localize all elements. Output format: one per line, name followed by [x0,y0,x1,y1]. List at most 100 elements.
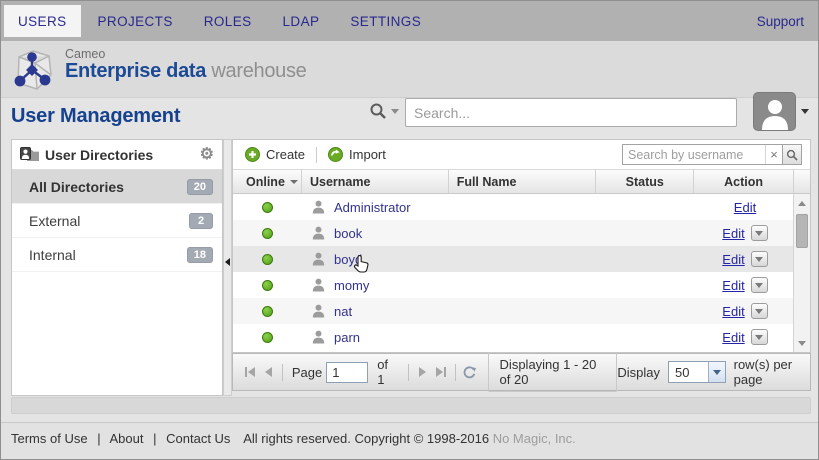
username-link[interactable]: Administrator [334,200,411,215]
create-button[interactable]: Create [237,147,313,162]
edit-menu-button[interactable] [751,225,768,241]
username-link[interactable]: parn [334,330,360,345]
nav-tab-users[interactable]: USERS [4,5,81,37]
edit-link[interactable]: Edit [722,226,744,241]
action-cell: Edit [695,194,795,220]
online-cell [233,220,302,246]
edit-menu-button[interactable] [751,329,768,345]
fullname-cell [449,298,597,324]
user-avatar[interactable] [753,92,796,131]
user-icon [312,252,325,266]
submit-search-button[interactable] [782,145,801,164]
table-row-book[interactable]: book Edit [233,220,810,246]
last-page-button[interactable] [432,361,450,383]
cameo-logo-icon [9,47,57,93]
chevron-down-icon [755,309,763,314]
users-panel: Create Import × [232,139,811,353]
header-band: Cameo Enterprise data warehouse [1,41,818,98]
nav-tab-settings[interactable]: SETTINGS [336,5,435,37]
table-header-row: Online Username Full Name Status Action [233,170,810,194]
username-cell: book [302,220,449,246]
nav-tab-projects[interactable]: PROJECTS [84,5,187,37]
user-icon [312,200,325,214]
edit-menu-button[interactable] [751,251,768,267]
online-indicator [262,332,273,343]
next-page-button[interactable] [414,361,432,383]
table-row-parn[interactable]: parn Edit [233,324,810,350]
table-row-nat[interactable]: nat Edit [233,298,810,324]
table-row-administrator[interactable]: Administrator Edit [233,194,810,220]
username-search-input[interactable] [623,145,765,164]
page-size-controls: Display 50 row(s) per page [617,357,802,387]
display-label: Display [617,365,660,380]
page-title: User Management [11,105,180,128]
search-icon[interactable] [369,102,387,120]
count-badge: 18 [187,247,213,263]
avatar-menu-caret-icon[interactable] [801,109,809,114]
column-header-action[interactable]: Action [694,170,794,193]
username-link[interactable]: nat [334,304,352,319]
action-cell: Edit [695,220,795,246]
magnifier-icon [786,149,798,161]
sidebar-item-external[interactable]: External 2 [12,204,222,238]
scroll-up-icon[interactable] [794,195,810,211]
nav-tab-ldap[interactable]: LDAP [269,5,334,37]
search-scope-caret-icon[interactable] [391,109,399,114]
column-header-username[interactable]: Username [302,170,449,193]
sidebar-item-internal[interactable]: Internal 18 [12,238,222,272]
page-number-input[interactable] [326,362,368,383]
gear-icon[interactable]: ⚙ [200,147,214,163]
collapse-panel-icon[interactable] [225,258,230,266]
per-page-label: row(s) per page [734,357,802,387]
support-link[interactable]: Support [757,14,804,29]
page-size-select[interactable]: 50 [668,361,726,383]
username-link[interactable]: momy [334,278,369,293]
online-indicator [262,280,273,291]
edit-menu-button[interactable] [751,303,768,319]
refresh-icon[interactable] [461,361,479,383]
avatar-silhouette-icon [758,96,792,130]
table-row-boyd[interactable]: boyd Edit [233,246,810,272]
first-page-button[interactable] [241,361,259,383]
edit-link[interactable]: Edit [722,304,744,319]
scrollbar-thumb[interactable] [796,214,808,248]
column-header-fullname[interactable]: Full Name [449,170,597,193]
user-icon [312,278,325,292]
displaying-status: Displaying 1 - 20 of 20 [488,352,618,392]
fullname-cell [449,246,597,272]
sidebar-item-label: External [29,213,80,229]
edit-menu-button[interactable] [751,277,768,293]
import-button[interactable]: Import [320,147,394,162]
prev-page-button[interactable] [259,361,277,383]
edit-link[interactable]: Edit [722,252,744,267]
username-link[interactable]: boyd [334,252,362,267]
username-link[interactable]: book [334,226,362,241]
online-cell [233,194,302,220]
copyright-text: All rights reserved. Copyright © 1998-20… [1,431,818,446]
chevron-down-icon [755,257,763,262]
panel-splitter[interactable] [223,139,232,396]
table-row-momy[interactable]: momy Edit [233,272,810,298]
column-header-online[interactable]: Online [233,170,302,193]
fullname-cell [449,272,597,298]
edit-link[interactable]: Edit [722,278,744,293]
online-cell [233,324,302,350]
page-of-label: of 1 [377,357,395,387]
status-cell [597,194,695,220]
sidebar-item-all-directories[interactable]: All Directories 20 [12,170,222,204]
edit-link[interactable]: Edit [722,330,744,345]
clear-search-icon[interactable]: × [765,145,782,164]
scroll-down-icon[interactable] [794,335,810,351]
edit-link[interactable]: Edit [734,200,756,215]
status-cell [597,246,695,272]
directories-icon [20,147,39,162]
vertical-scrollbar[interactable] [793,194,810,352]
page-label: Page [292,365,322,380]
global-search-input[interactable] [405,98,737,127]
pager-divider [282,364,283,381]
nav-tab-roles[interactable]: ROLES [190,5,266,37]
count-badge: 20 [187,179,213,195]
column-header-status[interactable]: Status [596,170,694,193]
chevron-down-icon [755,283,763,288]
import-icon [328,147,343,162]
